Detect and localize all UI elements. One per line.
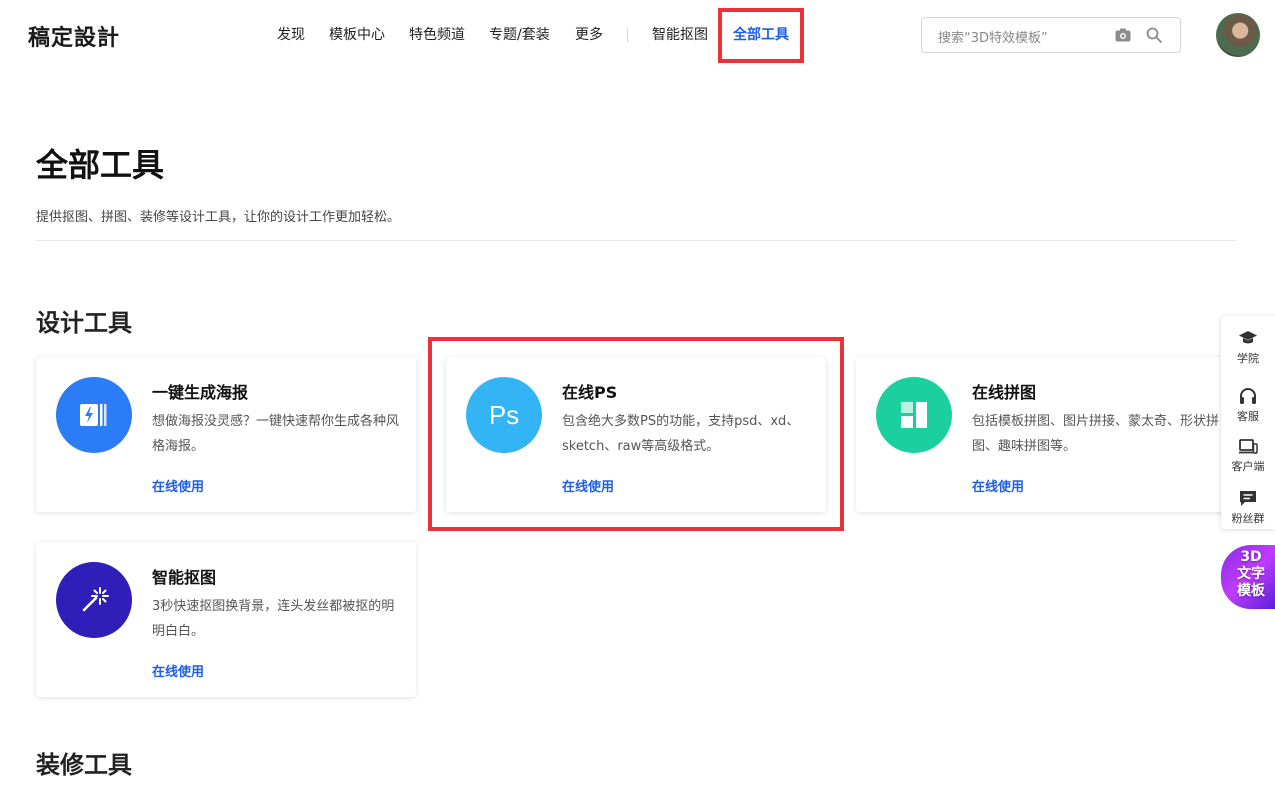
- float-label: 客户端: [1231, 460, 1265, 473]
- poster-bolt-icon: [56, 377, 132, 453]
- magic-wand-icon: [56, 562, 132, 638]
- tool-title: 在线拼图: [972, 383, 1037, 402]
- nav-item-templates[interactable]: 模板中心: [329, 26, 385, 44]
- top-header: 稿定設計 发现 模板中心 特色频道 专题/套装 更多 智能抠图 全部工具 搜索“…: [0, 0, 1275, 70]
- collage-grid-icon: [876, 377, 952, 453]
- nav-item-channels[interactable]: 特色频道: [409, 26, 465, 44]
- nav-divider: [627, 28, 628, 42]
- float-item-fan-group[interactable]: 粉丝群: [1221, 478, 1275, 528]
- tool-description: 想做海报没灵感？一键快速帮你生成各种风格海报。: [152, 414, 400, 454]
- user-avatar[interactable]: [1216, 13, 1260, 57]
- search-input[interactable]: 搜索“3D特效模板”: [938, 27, 1048, 46]
- chat-bubble-icon: [1240, 491, 1256, 506]
- highlight-box-card: [428, 337, 844, 531]
- float-item-support[interactable]: 客服: [1221, 376, 1275, 426]
- tool-title: 一键生成海报: [152, 383, 249, 402]
- float-item-academy[interactable]: 学院: [1221, 318, 1275, 368]
- page-description: 提供抠图、拼图、装修等设计工具，让你的设计工作更加轻松。: [36, 210, 401, 225]
- right-float-bar: 学院 客服 客户端 粉丝群: [1221, 316, 1275, 529]
- graduation-cap-icon: [1239, 331, 1257, 344]
- float-label: 粉丝群: [1231, 512, 1265, 525]
- desktop-client-icon: [1239, 439, 1258, 454]
- float-label: 客服: [1237, 410, 1259, 423]
- search-icon[interactable]: [1146, 27, 1162, 43]
- tool-card-smart-cutout[interactable]: 智能抠图 3秒快速抠图换背景，连头发丝都被抠的明明白白。 在线使用: [36, 542, 416, 697]
- promo-3d-text-template[interactable]: 3D 文字 模板: [1221, 545, 1275, 609]
- site-logo[interactable]: 稿定設計: [28, 20, 120, 52]
- title-divider: [36, 240, 1236, 241]
- tool-card-collage[interactable]: 在线拼图 包括模板拼图、图片拼接、蒙太奇、形状拼图、趣味拼图等。 在线使用: [856, 357, 1236, 512]
- section-title-decoration-tools: 装修工具: [36, 751, 132, 779]
- page-title: 全部工具: [36, 146, 165, 184]
- use-online-link[interactable]: 在线使用: [972, 476, 1024, 495]
- tool-card-poster[interactable]: 一键生成海报 想做海报没灵感？一键快速帮你生成各种风格海报。 在线使用: [36, 357, 416, 512]
- search-box[interactable]: 搜索“3D特效模板”: [921, 17, 1181, 53]
- promo-text: 3D 文字 模板: [1237, 549, 1265, 599]
- nav-item-smart-cutout[interactable]: 智能抠图: [652, 26, 708, 44]
- use-online-link[interactable]: 在线使用: [152, 661, 204, 680]
- tool-description: 包括模板拼图、图片拼接、蒙太奇、形状拼图、趣味拼图等。: [972, 414, 1220, 454]
- use-online-link[interactable]: 在线使用: [152, 476, 204, 495]
- nav-item-discover[interactable]: 发现: [277, 26, 305, 44]
- nav-item-topics[interactable]: 专题/套装: [489, 26, 550, 44]
- nav-item-more[interactable]: 更多: [575, 26, 603, 44]
- highlight-box-nav: [718, 8, 804, 63]
- section-title-design-tools: 设计工具: [36, 309, 132, 337]
- float-item-client[interactable]: 客户端: [1221, 426, 1275, 476]
- tool-description: 3秒快速抠图换背景，连头发丝都被抠的明明白白。: [152, 599, 395, 639]
- camera-icon[interactable]: [1115, 28, 1131, 42]
- tool-title: 智能抠图: [152, 568, 217, 587]
- headset-icon: [1240, 388, 1256, 404]
- float-label: 学院: [1237, 352, 1259, 365]
